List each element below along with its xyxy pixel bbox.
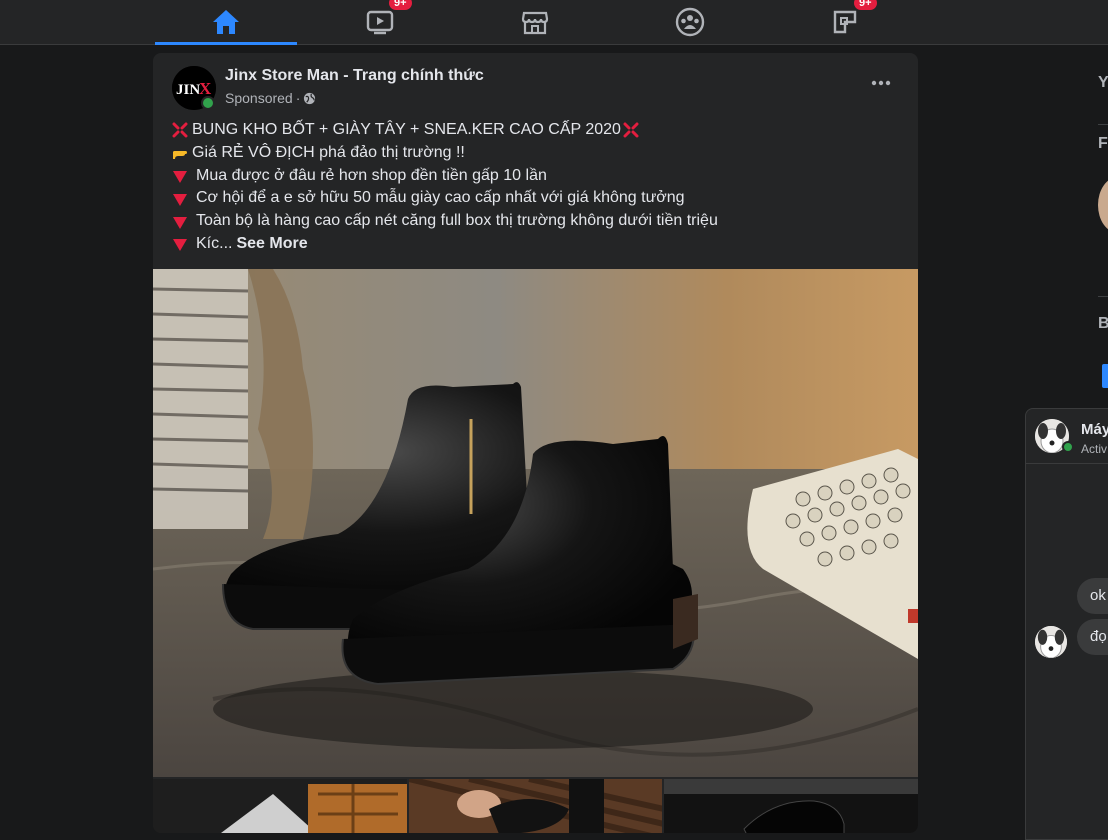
chat-online-dot <box>1062 441 1074 453</box>
message-sender-avatar <box>1035 626 1067 658</box>
dog-avatar-icon <box>1035 626 1067 658</box>
chat-message: ok <box>1077 578 1108 614</box>
post-line-text: Mua được ở đâu rẻ hơn shop đền tiền gấp … <box>196 166 547 184</box>
post-line-text: Cơ hội để a e sở hữu 50 mẫu giày cao cấp… <box>196 189 685 207</box>
post-line-text: Kíc... <box>196 234 233 252</box>
anger-emoji-icon <box>623 122 639 138</box>
red-triangle-down-icon <box>173 216 187 229</box>
sidebar-avatar-partial[interactable] <box>1098 177 1108 233</box>
chat-contact-name[interactable]: Máy <box>1081 421 1108 438</box>
sidebar-heading-partial: F <box>1098 135 1108 152</box>
separator-dot: · <box>295 90 301 106</box>
watch-icon <box>366 10 394 35</box>
red-triangle-down-icon <box>173 193 187 206</box>
online-status-dot <box>201 96 215 110</box>
svg-text:JIN: JIN <box>176 82 200 98</box>
sidebar-divider <box>1098 124 1108 125</box>
globe-icon <box>304 92 316 104</box>
post-line: Cơ hội để a e sở hữu 50 mẫu giày cao cấp… <box>172 187 902 210</box>
watch-badge: 9+ <box>389 0 412 10</box>
home-icon <box>213 10 239 34</box>
page-name-link[interactable]: Jinx Store Man - Trang chính thức <box>225 67 484 85</box>
chat-message: đọ <box>1077 619 1108 655</box>
top-navigation-bar: 9+ 9+ <box>0 0 1108 45</box>
post-line-text: Toàn bộ là hàng cao cấp nét căng full bo… <box>196 212 718 230</box>
post-line: Kíc... See More <box>172 233 902 256</box>
post-options-button[interactable] <box>866 71 896 95</box>
main-product-image[interactable] <box>153 269 918 777</box>
post-text: BUNG KHO BỐT + GIÀY TÂY + SNEA.KER CAO C… <box>172 119 902 256</box>
nav-tab-marketplace[interactable] <box>464 0 606 44</box>
chat-contact-status: Activ <box>1081 442 1108 456</box>
post-line: BUNG KHO BỐT + GIÀY TÂY + SNEA.KER CAO C… <box>172 119 902 142</box>
post-line: Giá RẺ VÔ ĐỊCH phá đảo thị trường !! <box>172 142 902 165</box>
nav-tab-gaming[interactable]: 9+ <box>774 0 916 44</box>
post-line: Toàn bộ là hàng cao cấp nét căng full bo… <box>172 210 902 233</box>
more-dots-icon <box>871 80 891 86</box>
post-line-text: Giá RẺ VÔ ĐỊCH phá đảo thị trường !! <box>192 143 465 161</box>
gaming-badge: 9+ <box>854 0 877 10</box>
sponsored-label[interactable]: Sponsored <box>225 90 293 106</box>
see-more-link[interactable]: See More <box>236 233 307 256</box>
sidebar-heading-partial: Y <box>1098 74 1108 91</box>
sidebar-divider <box>1098 296 1108 297</box>
groups-icon <box>675 7 705 37</box>
anger-emoji-icon <box>172 122 188 138</box>
point-right-emoji-icon <box>173 151 187 160</box>
chat-header[interactable]: Máy Activ <box>1026 409 1108 464</box>
post-line: Mua được ở đâu rẻ hơn shop đền tiền gấp … <box>172 165 902 188</box>
nav-tab-groups[interactable] <box>619 0 761 44</box>
marketplace-icon <box>521 11 549 35</box>
sidebar-icon-partial[interactable] <box>1102 364 1108 388</box>
black-chelsea-boots-photo <box>153 269 918 777</box>
sponsored-post: JIN X Jinx Store Man - Trang chính thức … <box>153 53 918 833</box>
svg-text:X: X <box>199 79 212 98</box>
post-line-text: BUNG KHO BỐT + GIÀY TÂY + SNEA.KER CAO C… <box>192 121 621 138</box>
nav-tab-home[interactable] <box>155 0 297 45</box>
gaming-icon <box>833 10 857 34</box>
sidebar-heading-partial: B <box>1098 315 1108 332</box>
sponsored-label-line: Sponsored · <box>225 90 316 106</box>
red-triangle-down-icon <box>173 239 187 252</box>
chat-window: Máy Activ ok đọ <box>1025 408 1108 840</box>
nav-tab-watch[interactable]: 9+ <box>309 0 451 44</box>
red-triangle-down-icon <box>173 170 187 183</box>
